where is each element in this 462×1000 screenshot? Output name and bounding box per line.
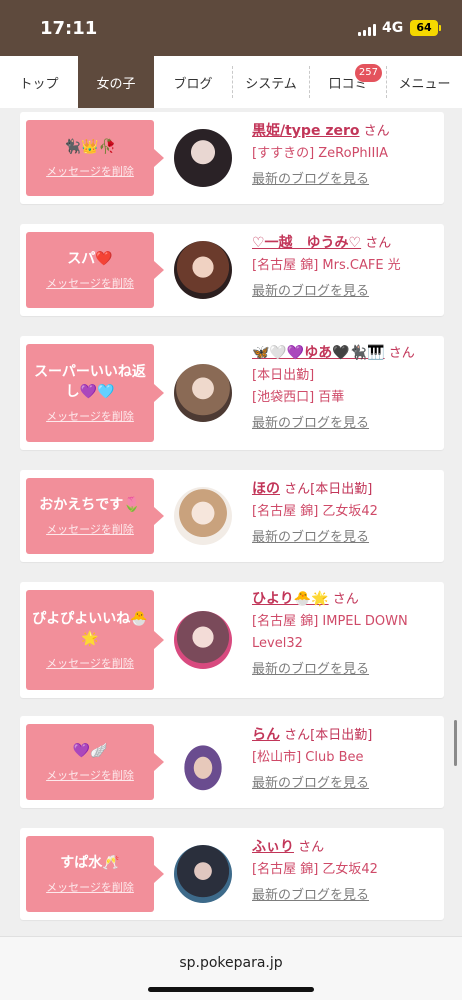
profile-info: らん さん[本日出勤] [松山市] Club Bee 最新のブログを見る bbox=[252, 724, 440, 795]
main-nav: トップ 女の子 ブログ システム 口コミ 257 メニュー bbox=[0, 56, 462, 108]
status-time: 17:11 bbox=[40, 18, 98, 39]
list-item: 💜🪽 メッセージを削除 らん さん[本日出勤] [松山市] Club Bee 最… bbox=[20, 716, 444, 808]
girl-name-link[interactable]: らん bbox=[252, 727, 280, 743]
avatar[interactable] bbox=[174, 845, 232, 903]
home-indicator[interactable] bbox=[148, 987, 314, 992]
profile-info: 🦋🤍💜ゆあ🖤🐈‍⬛🎹 さん [本日出勤] [池袋西口] 百華 最新のブログを見る bbox=[252, 342, 440, 435]
network-label: 4G bbox=[382, 20, 404, 36]
message-text: 🐈‍⬛👑🥀 bbox=[63, 139, 117, 155]
view-blog-link[interactable]: 最新のブログを見る bbox=[252, 662, 369, 677]
shop-info: [名古屋 錦] 乙女坂42 bbox=[252, 504, 378, 519]
delete-message-link[interactable]: メッセージを削除 bbox=[46, 163, 134, 179]
avatar[interactable] bbox=[174, 129, 232, 187]
girl-name-link[interactable]: 🦋🤍💜ゆあ🖤🐈‍⬛🎹 bbox=[252, 345, 385, 361]
delete-message-link[interactable]: メッセージを削除 bbox=[46, 521, 134, 537]
tab-label: トップ bbox=[19, 76, 59, 92]
tab-label: メニュー bbox=[398, 76, 451, 92]
delete-message-link[interactable]: メッセージを削除 bbox=[46, 767, 134, 783]
list-item: ぴよぴよいいね🐣🌟 メッセージを削除 ひより🐣🌟 さん [名古屋 錦] IMPE… bbox=[20, 582, 444, 698]
message-text: ぴよぴよいいね🐣🌟 bbox=[32, 611, 148, 647]
honorific: さん bbox=[332, 592, 359, 607]
shop-info: [すすきの] ZeRoPhIIIA bbox=[252, 146, 389, 161]
avatar[interactable] bbox=[174, 487, 232, 545]
battery-tip bbox=[439, 25, 441, 31]
list-item: スパ❤️ メッセージを削除 ♡一越 ゆうみ♡ さん [名古屋 錦] Mrs.CA… bbox=[20, 224, 444, 316]
message-text: スパ❤️ bbox=[67, 251, 113, 267]
honorific-and-status: さん[本日出勤] bbox=[284, 728, 373, 743]
view-blog-link[interactable]: 最新のブログを見る bbox=[252, 284, 369, 299]
delete-message-link[interactable]: メッセージを削除 bbox=[46, 408, 134, 424]
view-blog-link[interactable]: 最新のブログを見る bbox=[252, 530, 369, 545]
header: 17:11 4G 64 トップ 女の子 ブログ システム 口コミ 257 メニュ… bbox=[0, 0, 462, 108]
message-bubble: スーパーいいね返し💜🩵 メッセージを削除 bbox=[26, 344, 164, 442]
tab-reviews[interactable]: 口コミ 257 bbox=[310, 56, 386, 108]
profile-info: ふぃり さん [名古屋 錦] 乙女坂42 最新のブログを見る bbox=[252, 836, 440, 907]
view-blog-link[interactable]: 最新のブログを見る bbox=[252, 776, 369, 791]
shop-info: [名古屋 錦] IMPEL DOWN bbox=[252, 614, 408, 629]
tab-system[interactable]: システム bbox=[233, 56, 309, 108]
avatar[interactable] bbox=[174, 364, 232, 422]
shop-info: [池袋西口] 百華 bbox=[252, 390, 345, 405]
message-bubble: ぴよぴよいいね🐣🌟 メッセージを削除 bbox=[26, 590, 164, 690]
honorific: さん bbox=[365, 236, 392, 251]
list-item: おかえちです🌷 メッセージを削除 ほの さん[本日出勤] [名古屋 錦] 乙女坂… bbox=[20, 470, 444, 562]
delete-message-link[interactable]: メッセージを削除 bbox=[46, 655, 134, 671]
signal-icon bbox=[358, 24, 376, 36]
message-text: スーパーいいね返し💜🩵 bbox=[34, 364, 146, 400]
honorific: さん bbox=[298, 840, 325, 855]
message-bubble: 🐈‍⬛👑🥀 メッセージを削除 bbox=[26, 120, 164, 196]
message-bubble: スパ❤️ メッセージを削除 bbox=[26, 232, 164, 308]
honorific: さん bbox=[363, 124, 390, 139]
tab-top[interactable]: トップ bbox=[0, 56, 78, 108]
message-list: 🐈‍⬛👑🥀 メッセージを削除 黒姫/type zero さん [すすきの] Ze… bbox=[0, 108, 462, 936]
profile-info: ♡一越 ゆうみ♡ さん [名古屋 錦] Mrs.CAFE 光 最新のブログを見る bbox=[252, 232, 440, 303]
avatar[interactable] bbox=[174, 733, 232, 791]
message-text: すぱ水🥂 bbox=[60, 855, 120, 871]
girl-name-link[interactable]: ほの bbox=[252, 481, 280, 497]
list-item: スーパーいいね返し💜🩵 メッセージを削除 🦋🤍💜ゆあ🖤🐈‍⬛🎹 さん [本日出勤… bbox=[20, 336, 444, 450]
delete-message-link[interactable]: メッセージを削除 bbox=[46, 275, 134, 291]
shop-info: [松山市] Club Bee bbox=[252, 750, 364, 765]
view-blog-link[interactable]: 最新のブログを見る bbox=[252, 172, 369, 187]
profile-info: 黒姫/type zero さん [すすきの] ZeRoPhIIIA 最新のブログ… bbox=[252, 120, 440, 191]
shop-info-continued: Level32 bbox=[252, 636, 303, 651]
tab-girls[interactable]: 女の子 bbox=[78, 56, 154, 108]
tab-label: システム bbox=[245, 76, 297, 92]
shop-info: [名古屋 錦] 乙女坂42 bbox=[252, 862, 378, 877]
tab-label: ブログ bbox=[173, 76, 213, 92]
avatar[interactable] bbox=[174, 241, 232, 299]
view-blog-link[interactable]: 最新のブログを見る bbox=[252, 888, 369, 903]
message-bubble: すぱ水🥂 メッセージを削除 bbox=[26, 836, 164, 912]
battery-icon: 64 bbox=[410, 20, 438, 36]
girl-name-link[interactable]: ♡一越 ゆうみ♡ bbox=[252, 235, 361, 251]
message-text: おかえちです🌷 bbox=[39, 497, 141, 513]
scrollbar[interactable] bbox=[454, 720, 457, 766]
message-bubble: 💜🪽 メッセージを削除 bbox=[26, 724, 164, 800]
girl-name-link[interactable]: ふぃり bbox=[252, 839, 294, 855]
girl-name-link[interactable]: ひより🐣🌟 bbox=[252, 591, 329, 607]
delete-message-link[interactable]: メッセージを削除 bbox=[46, 879, 134, 895]
profile-info: ひより🐣🌟 さん [名古屋 錦] IMPEL DOWN Level32 最新のブ… bbox=[252, 588, 440, 681]
message-text: 💜🪽 bbox=[72, 743, 108, 759]
tab-label: 女の子 bbox=[96, 76, 136, 92]
view-blog-link[interactable]: 最新のブログを見る bbox=[252, 416, 369, 431]
tab-menu[interactable]: メニュー bbox=[387, 56, 462, 108]
girl-name-link[interactable]: 黒姫/type zero bbox=[252, 123, 360, 139]
browser-url-bar: sp.pokepara.jp bbox=[0, 936, 462, 1000]
list-item: すぱ水🥂 メッセージを削除 ふぃり さん [名古屋 錦] 乙女坂42 最新のブロ… bbox=[20, 828, 444, 920]
honorific-and-status: さん[本日出勤] bbox=[284, 482, 373, 497]
shop-info: [名古屋 錦] Mrs.CAFE 光 bbox=[252, 258, 401, 273]
tab-blog[interactable]: ブログ bbox=[154, 56, 232, 108]
profile-info: ほの さん[本日出勤] [名古屋 錦] 乙女坂42 最新のブログを見る bbox=[252, 478, 440, 549]
reviews-count-badge: 257 bbox=[354, 64, 382, 82]
attendance-status: [本日出勤] bbox=[252, 368, 315, 383]
message-bubble: おかえちです🌷 メッセージを削除 bbox=[26, 478, 164, 554]
url-text[interactable]: sp.pokepara.jp bbox=[0, 955, 462, 971]
list-item: 🐈‍⬛👑🥀 メッセージを削除 黒姫/type zero さん [すすきの] Ze… bbox=[20, 112, 444, 204]
avatar[interactable] bbox=[174, 611, 232, 669]
honorific: さん bbox=[388, 346, 415, 361]
status-bar: 17:11 4G 64 bbox=[0, 0, 462, 56]
